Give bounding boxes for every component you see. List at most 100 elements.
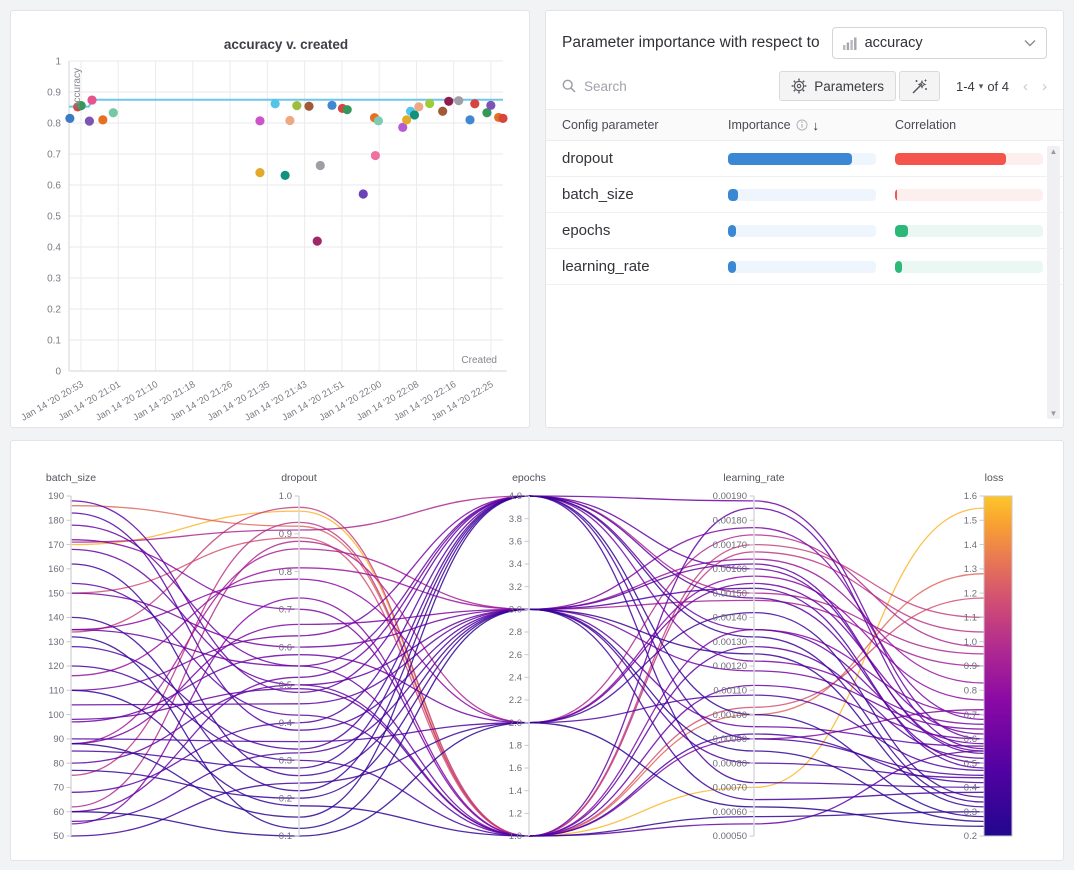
axis-tick-label: 0.00080 xyxy=(713,758,747,769)
axis-tick-label: 150 xyxy=(48,588,64,599)
scatter-point[interactable] xyxy=(271,99,280,108)
column-importance-sort[interactable]: Importance ↓ xyxy=(728,118,895,133)
axis-tick-label: 1.1 xyxy=(964,613,977,624)
scatter-point[interactable] xyxy=(313,237,322,246)
axis-tick-label: 0.00170 xyxy=(713,540,747,551)
scatter-point[interactable] xyxy=(87,95,96,104)
axis-title: loss xyxy=(985,472,1004,484)
run-line[interactable] xyxy=(71,549,984,746)
config-parameter-name: learning_rate xyxy=(562,258,728,275)
axis-tick-label: 140 xyxy=(48,613,64,624)
importance-table-row[interactable]: learning_rate xyxy=(546,249,1063,285)
run-line[interactable] xyxy=(71,564,984,753)
scatter-point[interactable] xyxy=(444,97,453,106)
accuracy-vs-created-chart[interactable]: 00.10.20.30.40.50.60.70.80.91Jan 14 '20 … xyxy=(11,11,529,427)
importance-bar xyxy=(728,261,876,273)
run-line[interactable] xyxy=(71,538,984,836)
importance-table-row[interactable]: epochs xyxy=(546,213,1063,249)
scatter-point[interactable] xyxy=(438,107,447,116)
axis-title: epochs xyxy=(512,472,546,484)
pagination-caret-icon[interactable]: ▾ xyxy=(979,81,984,92)
sort-descending-icon[interactable]: ↓ xyxy=(813,118,820,133)
scroll-up-icon[interactable]: ▲ xyxy=(1050,147,1058,156)
axis-tick-label: 160 xyxy=(48,564,64,575)
run-line[interactable] xyxy=(71,609,984,807)
scatter-point[interactable] xyxy=(281,171,290,180)
next-page-chevron-icon[interactable]: › xyxy=(1042,78,1047,95)
importance-toolbar: Parameters 1-4 ▾ of 4 ‹ › xyxy=(546,67,1063,109)
scatter-point[interactable] xyxy=(343,105,352,114)
parameters-button[interactable]: Parameters xyxy=(779,71,896,101)
max-accuracy-line[interactable] xyxy=(69,100,503,107)
axis-tick-label: 0.00090 xyxy=(713,734,747,745)
config-parameter-name: batch_size xyxy=(562,186,728,203)
scatter-point[interactable] xyxy=(425,99,434,108)
scatter-point[interactable] xyxy=(255,168,264,177)
axis-tick-label: 80 xyxy=(53,758,64,769)
chart-title: accuracy v. created xyxy=(224,37,348,52)
scatter-point[interactable] xyxy=(359,189,368,198)
scatter-point[interactable] xyxy=(327,101,336,110)
scatter-point[interactable] xyxy=(85,117,94,126)
axis-tick-label: 0.00120 xyxy=(713,661,747,672)
axis-tick-label: 0.3 xyxy=(279,756,292,767)
scatter-point[interactable] xyxy=(65,114,74,123)
importance-table-header: Config parameter Importance ↓ Correlatio… xyxy=(546,109,1063,141)
axis-tick-label: 0.00070 xyxy=(713,783,747,794)
pagination[interactable]: 1-4 ▾ of 4 xyxy=(956,79,1009,94)
pagination-range[interactable]: 1-4 xyxy=(956,79,975,94)
scatter-point[interactable] xyxy=(470,99,479,108)
scroll-down-icon[interactable]: ▼ xyxy=(1050,409,1058,418)
scatter-point[interactable] xyxy=(486,101,495,110)
scatter-point[interactable] xyxy=(255,116,264,125)
gear-icon xyxy=(791,78,807,94)
scatter-point[interactable] xyxy=(109,108,118,117)
search-icon xyxy=(562,79,576,93)
axis-title: batch_size xyxy=(46,472,96,484)
axis-tick-label: 110 xyxy=(49,685,64,696)
axis-tick-label: 0.00130 xyxy=(713,637,747,648)
scatter-point[interactable] xyxy=(374,116,383,125)
run-line[interactable] xyxy=(71,496,984,802)
scatter-point[interactable] xyxy=(454,96,463,105)
importance-header: Parameter importance with respect to acc… xyxy=(546,11,1063,67)
config-parameter-name: epochs xyxy=(562,222,728,239)
scatter-point[interactable] xyxy=(98,115,107,124)
axis-tick-label: 1.3 xyxy=(964,564,977,575)
scatter-point[interactable] xyxy=(371,151,380,160)
scatter-point[interactable] xyxy=(414,102,423,111)
parallel-coordinates-chart[interactable]: batch_size190180170160150140130120110100… xyxy=(11,441,1063,860)
y-tick-label: 0 xyxy=(55,367,61,378)
axis-tick-label: 1.2 xyxy=(964,588,977,599)
column-correlation: Correlation xyxy=(895,118,1047,132)
run-line[interactable] xyxy=(71,496,984,812)
scatter-point[interactable] xyxy=(498,114,507,123)
y-tick-label: 0.5 xyxy=(47,212,61,223)
scatter-point[interactable] xyxy=(316,161,325,170)
prev-page-chevron-icon[interactable]: ‹ xyxy=(1023,78,1028,95)
y-tick-label: 0.8 xyxy=(47,119,61,130)
column-config-parameter: Config parameter xyxy=(562,118,728,132)
scatter-point[interactable] xyxy=(285,116,294,125)
axis-tick-label: 0.00190 xyxy=(713,491,747,502)
magic-wand-button[interactable] xyxy=(899,71,940,101)
scatter-point[interactable] xyxy=(402,115,411,124)
importance-table-row[interactable]: dropout xyxy=(546,141,1063,177)
axis-tick-label: 120 xyxy=(48,661,64,672)
search-box[interactable] xyxy=(562,78,779,95)
chevron-down-icon xyxy=(1024,39,1036,47)
axis-tick-label: 0.00160 xyxy=(713,564,747,575)
run-line[interactable] xyxy=(71,723,984,836)
metric-select[interactable]: accuracy xyxy=(832,27,1047,59)
axis-tick-label: 2.2 xyxy=(509,695,522,706)
axis-tick-label: 1.0 xyxy=(279,491,292,502)
scatter-point[interactable] xyxy=(304,102,313,111)
axis-tick-label: 190 xyxy=(48,491,64,502)
vertical-scrollbar[interactable]: ▲ ▼ xyxy=(1047,146,1060,419)
importance-table-row[interactable]: batch_size xyxy=(546,177,1063,213)
correlation-bar xyxy=(895,153,1043,165)
search-input[interactable] xyxy=(582,78,706,95)
scatter-point[interactable] xyxy=(410,110,419,119)
scatter-point[interactable] xyxy=(292,101,301,110)
scatter-point[interactable] xyxy=(465,115,474,124)
